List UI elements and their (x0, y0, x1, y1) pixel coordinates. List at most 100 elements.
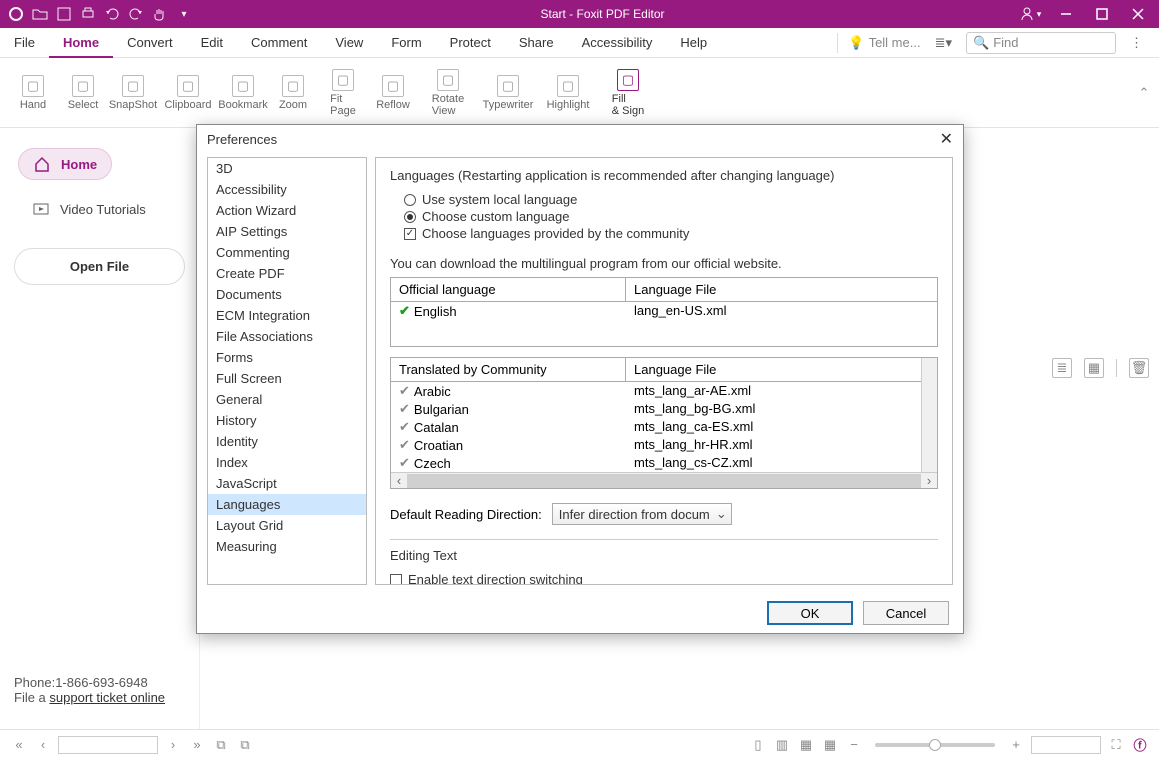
ribbon-bookmark[interactable]: ▢Bookmark (218, 58, 268, 127)
tab-form[interactable]: Form (377, 28, 435, 58)
tab-home[interactable]: Home (49, 28, 113, 58)
sidebar-item-tutorials[interactable]: Video Tutorials (0, 190, 199, 228)
table-row[interactable]: ✔ Bulgarianmts_lang_bg-BG.xml (391, 400, 937, 418)
save-icon[interactable] (56, 6, 72, 22)
ribbon-clipboard[interactable]: ▢Clipboard (158, 58, 218, 127)
undo-icon[interactable] (104, 6, 120, 22)
dialog-close-button[interactable]: ✕ (940, 129, 953, 149)
single-page-icon[interactable]: ▯ (749, 736, 767, 754)
table-row[interactable]: ✔ Arabicmts_lang_ar-AE.xml (391, 382, 937, 400)
ribbon-fill-sign[interactable]: ▢Fill& Sign (598, 58, 658, 127)
pref-category-file-associations[interactable]: File Associations (208, 326, 366, 347)
reading-direction-combo[interactable]: Infer direction from docum (552, 503, 732, 525)
tab-share[interactable]: Share (505, 28, 568, 58)
pref-category-identity[interactable]: Identity (208, 431, 366, 452)
tab-edit[interactable]: Edit (187, 28, 237, 58)
foxit-icon[interactable]: ⓕ (1131, 736, 1149, 754)
pref-category-layout-grid[interactable]: Layout Grid (208, 515, 366, 536)
continuous-facing-icon[interactable]: ▦ (821, 736, 839, 754)
pref-category-measuring[interactable]: Measuring (208, 536, 366, 557)
pref-category-accessibility[interactable]: Accessibility (208, 179, 366, 200)
overflow-menu-icon[interactable]: ⋮ (1124, 35, 1149, 51)
nav-icon-b[interactable]: ⧉ (236, 736, 254, 754)
zoom-slider[interactable] (875, 743, 995, 747)
pref-category-languages[interactable]: Languages (208, 494, 366, 515)
scroll-left-icon[interactable]: ‹ (391, 473, 407, 488)
ribbon-highlight[interactable]: ▢Highlight (538, 58, 598, 127)
close-button[interactable] (1121, 0, 1155, 28)
pref-category-javascript[interactable]: JavaScript (208, 473, 366, 494)
ok-button[interactable]: OK (767, 601, 853, 625)
table-row[interactable]: ✔ Englishlang_en-US.xml (391, 302, 937, 320)
table-vscrollbar[interactable] (921, 358, 937, 472)
pref-category-general[interactable]: General (208, 389, 366, 410)
preferences-category-list[interactable]: 3DAccessibilityAction WizardAIP Settings… (207, 157, 367, 585)
qat-dropdown-icon[interactable]: ▾ (176, 6, 192, 22)
user-account-icon[interactable]: ▾ (1013, 0, 1047, 28)
table-hscrollbar[interactable]: ‹ › (391, 472, 937, 488)
ribbon-typewriter[interactable]: ▢Typewriter (478, 58, 538, 127)
ribbon-snapshot[interactable]: ▢SnapShot (108, 58, 158, 127)
print-icon[interactable] (80, 6, 96, 22)
ribbon-reflow[interactable]: ▢Reflow (368, 58, 418, 127)
list-view-icon[interactable]: ≣ (1052, 358, 1072, 378)
next-page-icon[interactable]: › (164, 736, 182, 754)
pref-category-index[interactable]: Index (208, 452, 366, 473)
table-row[interactable]: ✔ Czechmts_lang_cs-CZ.xml (391, 454, 937, 472)
cancel-button[interactable]: Cancel (863, 601, 949, 625)
sidebar-item-home[interactable]: Home (0, 138, 199, 190)
tab-convert[interactable]: Convert (113, 28, 187, 58)
facing-icon[interactable]: ▦ (797, 736, 815, 754)
pref-category-aip-settings[interactable]: AIP Settings (208, 221, 366, 242)
use-system-language-radio[interactable]: Use system local language (390, 191, 938, 208)
minimize-button[interactable] (1049, 0, 1083, 28)
search-options-icon[interactable]: ≣▾ (929, 35, 958, 51)
grid-view-icon[interactable]: ▦ (1084, 358, 1104, 378)
prev-page-icon[interactable]: ‹ (34, 736, 52, 754)
table-row[interactable]: ✔ Catalanmts_lang_ca-ES.xml (391, 418, 937, 436)
pref-category-commenting[interactable]: Commenting (208, 242, 366, 263)
delete-icon[interactable]: 🗑 (1129, 358, 1149, 378)
tab-accessibility[interactable]: Accessibility (568, 28, 667, 58)
pref-category-create-pdf[interactable]: Create PDF (208, 263, 366, 284)
support-ticket-link[interactable]: support ticket online (49, 690, 165, 705)
pref-category-history[interactable]: History (208, 410, 366, 431)
redo-icon[interactable] (128, 6, 144, 22)
nav-icon-a[interactable]: ⧉ (212, 736, 230, 754)
collapse-ribbon-button[interactable]: ⌃ (1129, 58, 1159, 127)
community-languages-checkbox[interactable]: ✓ Choose languages provided by the commu… (390, 225, 938, 242)
pref-category--d[interactable]: 3D (208, 158, 366, 179)
tab-help[interactable]: Help (666, 28, 721, 58)
tab-comment[interactable]: Comment (237, 28, 321, 58)
find-input[interactable]: 🔍 Find (966, 32, 1116, 54)
page-number-input[interactable] (58, 736, 158, 754)
text-direction-checkbox[interactable]: Enable text direction switching (390, 571, 938, 585)
pref-category-documents[interactable]: Documents (208, 284, 366, 305)
tab-protect[interactable]: Protect (436, 28, 505, 58)
tab-view[interactable]: View (321, 28, 377, 58)
tell-me-search[interactable]: 💡 Tell me... (837, 33, 920, 53)
pref-category-forms[interactable]: Forms (208, 347, 366, 368)
ribbon-zoom[interactable]: ▢Zoom (268, 58, 318, 127)
ribbon-select[interactable]: ▢Select (58, 58, 108, 127)
ribbon-rotate-view[interactable]: ▢RotateView (418, 58, 478, 127)
scroll-right-icon[interactable]: › (921, 473, 937, 488)
tab-file[interactable]: File (0, 28, 49, 58)
open-file-button[interactable]: Open File (14, 248, 185, 285)
maximize-button[interactable] (1085, 0, 1119, 28)
last-page-icon[interactable]: » (188, 736, 206, 754)
zoom-value-input[interactable] (1031, 736, 1101, 754)
first-page-icon[interactable]: « (10, 736, 28, 754)
continuous-icon[interactable]: ▥ (773, 736, 791, 754)
pref-category-action-wizard[interactable]: Action Wizard (208, 200, 366, 221)
zoom-out-icon[interactable]: − (845, 736, 863, 754)
open-icon[interactable] (32, 6, 48, 22)
pref-category-ecm-integration[interactable]: ECM Integration (208, 305, 366, 326)
fullscreen-icon[interactable]: ⛶ (1107, 736, 1125, 754)
ribbon-fit-page[interactable]: ▢FitPage (318, 58, 368, 127)
choose-custom-language-radio[interactable]: Choose custom language (390, 208, 938, 225)
hand-small-icon[interactable] (152, 6, 168, 22)
table-row[interactable]: ✔ Croatianmts_lang_hr-HR.xml (391, 436, 937, 454)
zoom-in-icon[interactable]: + (1007, 736, 1025, 754)
pref-category-full-screen[interactable]: Full Screen (208, 368, 366, 389)
